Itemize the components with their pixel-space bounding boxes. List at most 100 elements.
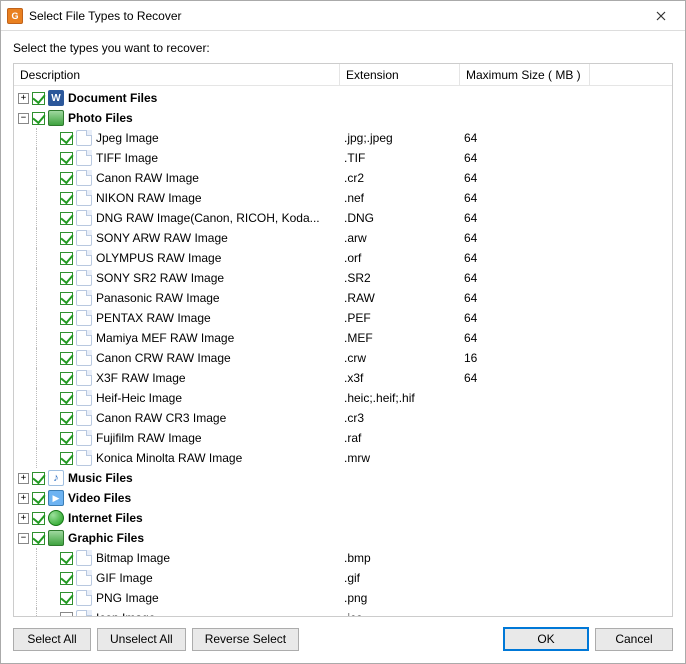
item-size: 64 (460, 251, 590, 265)
cancel-button[interactable]: Cancel (595, 628, 673, 651)
group-checkbox[interactable] (32, 112, 45, 125)
group-row-photo[interactable]: − Photo Files (14, 108, 672, 128)
file-icon (76, 450, 92, 466)
file-type-row[interactable]: Fujifilm RAW Image .raf (14, 428, 672, 448)
item-checkbox[interactable] (60, 332, 73, 345)
group-label: Video Files (68, 491, 131, 505)
file-icon (76, 350, 92, 366)
file-type-row[interactable]: OLYMPUS RAW Image.orf64 (14, 248, 672, 268)
item-checkbox[interactable] (60, 172, 73, 185)
item-checkbox[interactable] (60, 272, 73, 285)
item-label: PNG Image (96, 591, 159, 605)
item-checkbox[interactable] (60, 212, 73, 225)
item-extension: .RAW (340, 291, 460, 305)
file-icon (76, 250, 92, 266)
item-extension: .DNG (340, 211, 460, 225)
expand-toggle[interactable]: + (18, 493, 29, 504)
group-checkbox[interactable] (32, 532, 45, 545)
file-icon (76, 430, 92, 446)
select-all-button[interactable]: Select All (13, 628, 91, 651)
file-icon (76, 190, 92, 206)
item-extension: .gif (340, 571, 460, 585)
item-checkbox[interactable] (60, 612, 73, 617)
item-checkbox[interactable] (60, 352, 73, 365)
close-button[interactable] (638, 2, 683, 30)
group-checkbox[interactable] (32, 472, 45, 485)
file-type-row[interactable]: SONY SR2 RAW Image.SR264 (14, 268, 672, 288)
group-row-internet[interactable]: +Internet Files (14, 508, 672, 528)
file-type-row[interactable]: GIF Image.gif (14, 568, 672, 588)
item-label: Fujifilm RAW Image (96, 431, 202, 445)
item-checkbox[interactable] (60, 572, 73, 585)
item-label: Icon Image (96, 611, 155, 616)
column-extension[interactable]: Extension (340, 64, 460, 85)
group-checkbox[interactable] (32, 512, 45, 525)
file-type-row[interactable]: Mamiya MEF RAW Image.MEF64 (14, 328, 672, 348)
file-type-row[interactable]: DNG RAW Image(Canon, RICOH, Koda....DNG6… (14, 208, 672, 228)
expand-toggle[interactable]: + (18, 513, 29, 524)
group-row-music[interactable]: +♪Music Files (14, 468, 672, 488)
item-checkbox[interactable] (60, 152, 73, 165)
column-description[interactable]: Description (14, 64, 340, 85)
item-checkbox[interactable] (60, 592, 73, 605)
group-checkbox[interactable] (32, 92, 45, 105)
file-type-row[interactable]: TIFF Image.TIF64 (14, 148, 672, 168)
item-size: 64 (460, 231, 590, 245)
file-type-row[interactable]: Canon RAW CR3 Image.cr3 (14, 408, 672, 428)
item-checkbox[interactable] (60, 452, 73, 465)
file-type-row[interactable]: PNG Image.png (14, 588, 672, 608)
group-row-graphic[interactable]: −Graphic Files (14, 528, 672, 548)
expand-toggle[interactable]: − (18, 113, 29, 124)
item-label: SONY SR2 RAW Image (96, 271, 224, 285)
file-type-row[interactable]: PENTAX RAW Image.PEF64 (14, 308, 672, 328)
item-label: Bitmap Image (96, 551, 170, 565)
item-checkbox[interactable] (60, 432, 73, 445)
file-type-row[interactable]: SONY ARW RAW Image.arw64 (14, 228, 672, 248)
item-checkbox[interactable] (60, 232, 73, 245)
item-checkbox[interactable] (60, 312, 73, 325)
item-checkbox[interactable] (60, 372, 73, 385)
item-checkbox[interactable] (60, 292, 73, 305)
group-label: Music Files (68, 471, 133, 485)
item-label: Jpeg Image (96, 131, 159, 145)
group-row-video[interactable]: + ▶ Video Files (14, 488, 672, 508)
file-type-row[interactable]: Icon Image.ico (14, 608, 672, 616)
dialog-window: G Select File Types to Recover Select th… (0, 0, 686, 664)
item-checkbox[interactable] (60, 192, 73, 205)
file-type-row[interactable]: Jpeg Image.jpg;.jpeg64 (14, 128, 672, 148)
file-type-row[interactable]: Bitmap Image.bmp (14, 548, 672, 568)
item-label: Canon CRW RAW Image (96, 351, 231, 365)
file-type-row[interactable]: X3F RAW Image.x3f64 (14, 368, 672, 388)
file-icon (76, 270, 92, 286)
file-type-row[interactable]: Canon CRW RAW Image.crw16 (14, 348, 672, 368)
item-checkbox[interactable] (60, 552, 73, 565)
file-icon (76, 150, 92, 166)
file-type-row[interactable]: NIKON RAW Image.nef64 (14, 188, 672, 208)
table-body[interactable]: +WDocument Files − Photo Files Jpeg Image.j… (14, 86, 672, 616)
file-type-row[interactable]: Konica Minolta RAW Image.mrw (14, 448, 672, 468)
file-type-row[interactable]: Canon RAW Image.cr264 (14, 168, 672, 188)
item-checkbox[interactable] (60, 412, 73, 425)
expand-toggle[interactable]: − (18, 533, 29, 544)
ok-button[interactable]: OK (503, 627, 589, 651)
group-row-doc[interactable]: +WDocument Files (14, 88, 672, 108)
column-max-size[interactable]: Maximum Size ( MB ) (460, 64, 590, 85)
group-label: Photo Files (68, 111, 133, 125)
item-size: 64 (460, 171, 590, 185)
item-checkbox[interactable] (60, 392, 73, 405)
file-type-row[interactable]: Heif-Heic Image.heic;.heif;.hif (14, 388, 672, 408)
reverse-select-button[interactable]: Reverse Select (192, 628, 299, 651)
expand-toggle[interactable]: + (18, 93, 29, 104)
file-icon (76, 370, 92, 386)
item-checkbox[interactable] (60, 132, 73, 145)
group-checkbox[interactable] (32, 492, 45, 505)
file-type-row[interactable]: Panasonic RAW Image.RAW64 (14, 288, 672, 308)
item-extension: .raf (340, 431, 460, 445)
video-icon: ▶ (48, 490, 64, 506)
expand-toggle[interactable]: + (18, 473, 29, 484)
unselect-all-button[interactable]: Unselect All (97, 628, 186, 651)
item-label: Canon RAW CR3 Image (96, 411, 226, 425)
item-checkbox[interactable] (60, 252, 73, 265)
item-extension: .arw (340, 231, 460, 245)
item-size: 64 (460, 131, 590, 145)
